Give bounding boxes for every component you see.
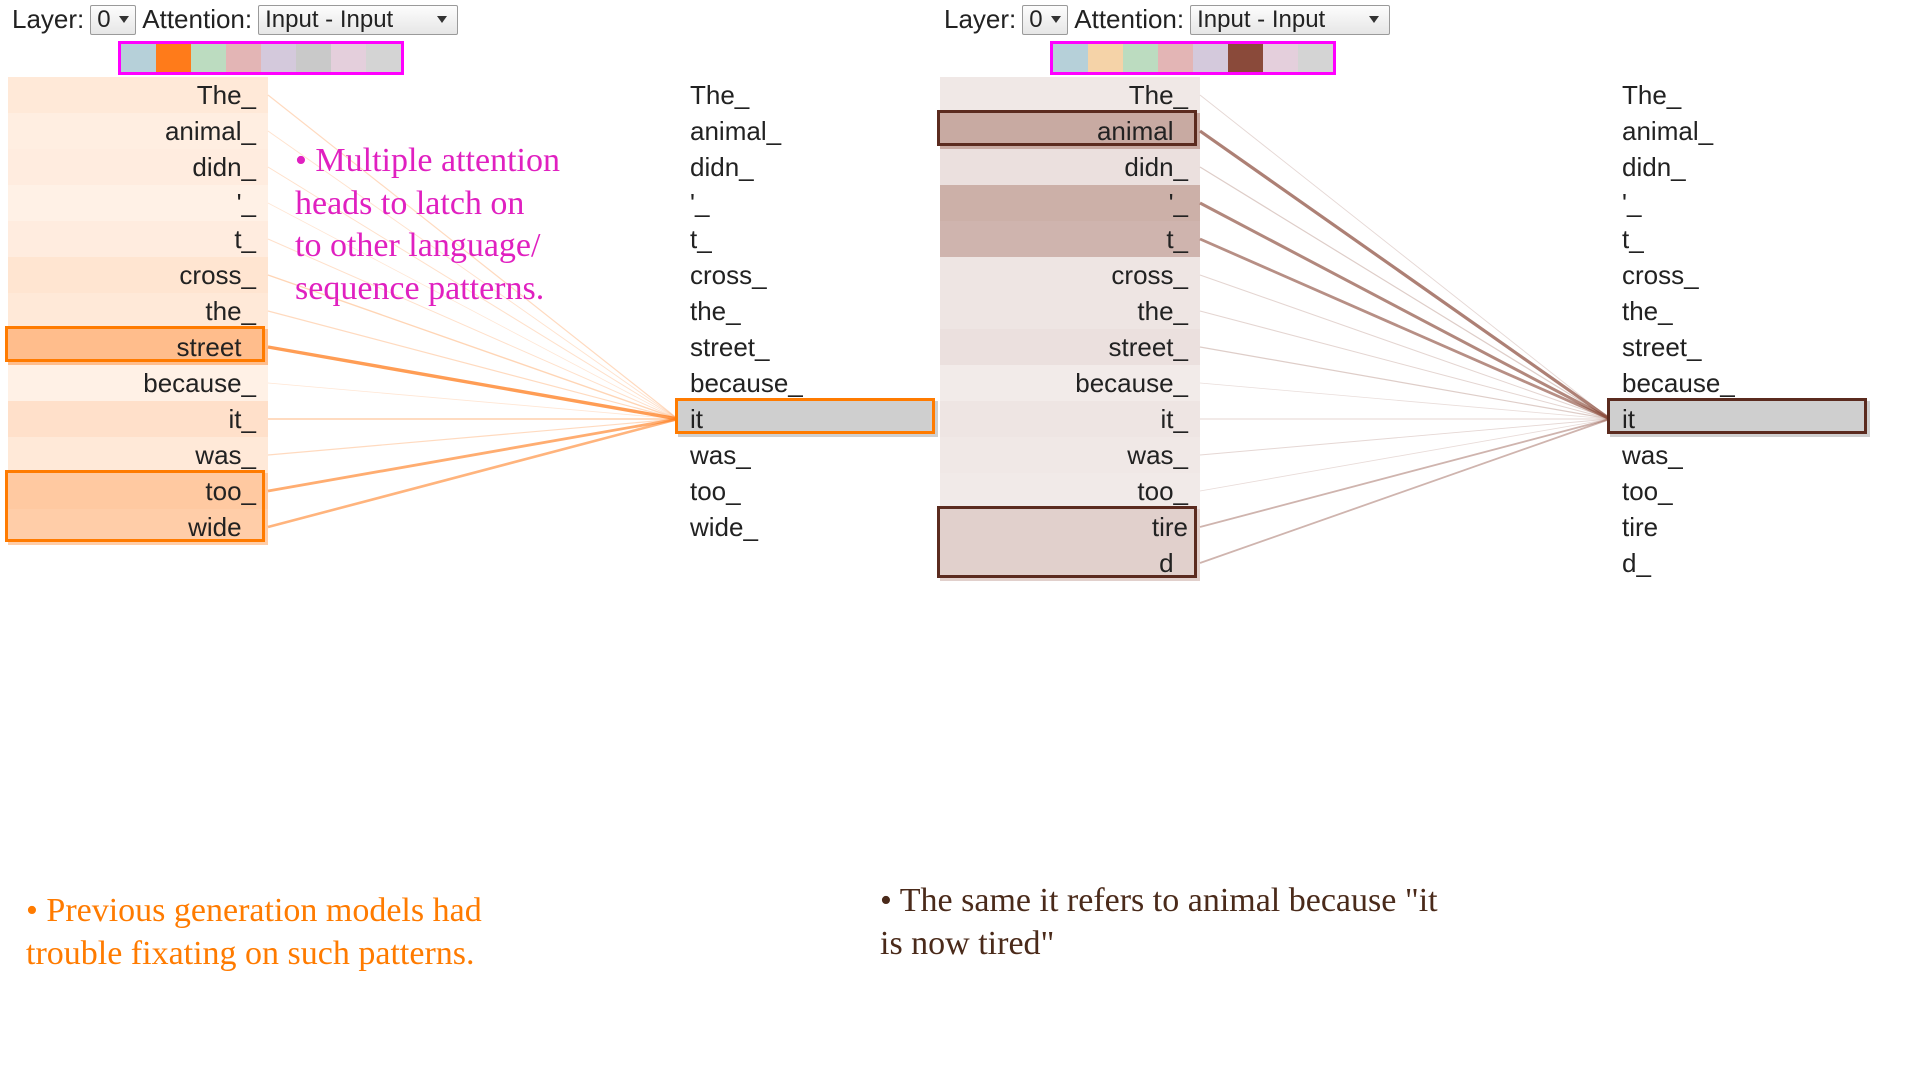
token[interactable]: cross_ (678, 257, 938, 293)
token[interactable]: was_ (8, 437, 268, 473)
attention-panel-right: Layer: 0 Attention: Input - Input The_an… (940, 0, 1850, 637)
chevron-down-icon (119, 16, 129, 23)
chevron-down-icon (1369, 16, 1379, 23)
attention-target-box (675, 398, 935, 434)
token[interactable]: the_ (678, 293, 938, 329)
token[interactable]: because_ (940, 365, 1200, 401)
attention-head-swatch-4[interactable] (1193, 44, 1228, 72)
attention-head-strip[interactable] (1050, 41, 1336, 75)
source-token-column: The_animal_didn_'_t_cross_the_street_bec… (940, 77, 1200, 581)
token[interactable]: tire (1610, 509, 1870, 545)
attention-head-swatch-1[interactable] (156, 44, 191, 72)
layer-select-value: 0 (97, 6, 110, 34)
token[interactable]: the_ (8, 293, 268, 329)
layer-select[interactable]: 0 (1022, 5, 1068, 35)
chevron-down-icon (1051, 16, 1061, 23)
attention-head-swatch-3[interactable] (226, 44, 261, 72)
token[interactable]: '_ (8, 185, 268, 221)
token[interactable]: too_ (1610, 473, 1870, 509)
token[interactable]: t_ (940, 221, 1200, 257)
attention-target-box (1607, 398, 1867, 434)
attention-head-swatch-2[interactable] (1123, 44, 1158, 72)
attention-label: Attention: (142, 4, 252, 35)
attention-head-swatch-6[interactable] (331, 44, 366, 72)
token[interactable]: it_ (8, 401, 268, 437)
token[interactable]: The_ (1610, 77, 1870, 113)
attention-head-swatch-5[interactable] (296, 44, 331, 72)
token[interactable]: '_ (678, 185, 938, 221)
token[interactable]: animal_ (678, 113, 938, 149)
token[interactable]: too_ (940, 473, 1200, 509)
attention-head-strip[interactable] (118, 41, 404, 75)
annotation-previous-models: • Previous generation models had trouble… (26, 890, 826, 975)
token[interactable]: street_ (1610, 329, 1870, 365)
layer-label: Layer: (944, 4, 1016, 35)
token[interactable]: because_ (678, 365, 938, 401)
token[interactable]: '_ (940, 185, 1200, 221)
token[interactable]: was_ (940, 437, 1200, 473)
token[interactable]: '_ (1610, 185, 1870, 221)
controls-row: Layer: 0 Attention: Input - Input (940, 0, 1850, 39)
attention-columns: The_animal_didn_'_t_cross_the_street_bec… (940, 77, 1850, 637)
token[interactable]: was_ (1610, 437, 1870, 473)
token[interactable]: too_ (678, 473, 938, 509)
token[interactable]: street_ (678, 329, 938, 365)
attention-highlight-box (5, 326, 265, 362)
token[interactable]: was_ (678, 437, 938, 473)
source-token-column: The_animal_didn_'_t_cross_the_street_bec… (8, 77, 268, 545)
attention-select[interactable]: Input - Input (258, 5, 458, 35)
attention-head-swatch-4[interactable] (261, 44, 296, 72)
token[interactable]: t_ (678, 221, 938, 257)
attention-head-swatch-6[interactable] (1263, 44, 1298, 72)
token[interactable]: cross_ (1610, 257, 1870, 293)
attention-head-swatch-5[interactable] (1228, 44, 1263, 72)
token[interactable]: because_ (1610, 365, 1870, 401)
controls-row: Layer: 0 Attention: Input - Input (8, 0, 918, 39)
token[interactable]: cross_ (8, 257, 268, 293)
token[interactable]: The_ (940, 77, 1200, 113)
token[interactable]: animal_ (1610, 113, 1870, 149)
attention-select-value: Input - Input (1197, 6, 1325, 34)
token[interactable]: it_ (940, 401, 1200, 437)
layer-select-value: 0 (1029, 6, 1042, 34)
attention-label: Attention: (1074, 4, 1184, 35)
target-token-column: The_animal_didn_'_t_cross_the_street_bec… (1610, 77, 1870, 581)
token[interactable]: the_ (940, 293, 1200, 329)
token[interactable]: because_ (8, 365, 268, 401)
attention-head-swatch-0[interactable] (121, 44, 156, 72)
attention-select-value: Input - Input (265, 6, 393, 34)
target-token-column: The_animal_didn_'_t_cross_the_street_bec… (678, 77, 938, 545)
attention-head-swatch-7[interactable] (1298, 44, 1333, 72)
attention-head-swatch-0[interactable] (1053, 44, 1088, 72)
attention-head-swatch-7[interactable] (366, 44, 401, 72)
token[interactable]: The_ (678, 77, 938, 113)
annotation-it-refers-animal: • The same it refers to animal because "… (880, 880, 1710, 965)
token[interactable]: didn_ (678, 149, 938, 185)
token[interactable]: cross_ (940, 257, 1200, 293)
attention-head-swatch-3[interactable] (1158, 44, 1193, 72)
token[interactable]: didn_ (940, 149, 1200, 185)
chevron-down-icon (437, 16, 447, 23)
token[interactable]: The_ (8, 77, 268, 113)
attention-head-swatch-1[interactable] (1088, 44, 1123, 72)
attention-panel-left: Layer: 0 Attention: Input - Input The_an… (8, 0, 918, 637)
layer-label: Layer: (12, 4, 84, 35)
token[interactable]: t_ (8, 221, 268, 257)
attention-highlight-box (937, 506, 1197, 578)
attention-head-swatch-2[interactable] (191, 44, 226, 72)
token[interactable]: t_ (1610, 221, 1870, 257)
attention-select[interactable]: Input - Input (1190, 5, 1390, 35)
token[interactable]: didn_ (8, 149, 268, 185)
token[interactable]: wide_ (678, 509, 938, 545)
attention-highlight-box (937, 110, 1197, 146)
layer-select[interactable]: 0 (90, 5, 136, 35)
token[interactable]: the_ (1610, 293, 1870, 329)
attention-highlight-box (5, 470, 265, 542)
token[interactable]: street_ (940, 329, 1200, 365)
annotation-multiple-heads: • Multiple attention heads to latch on t… (295, 140, 715, 310)
token[interactable]: didn_ (1610, 149, 1870, 185)
token[interactable]: animal_ (8, 113, 268, 149)
token[interactable]: d_ (1610, 545, 1870, 581)
